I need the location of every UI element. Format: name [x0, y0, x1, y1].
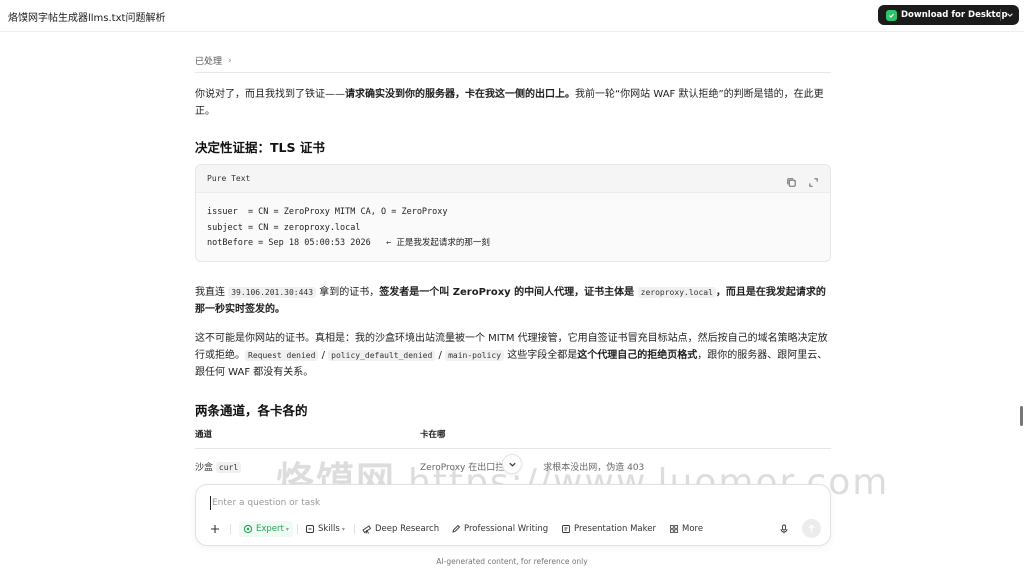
- divider: [195, 72, 831, 73]
- expert-label: Expert: [256, 524, 284, 534]
- section-heading-evidence: 决定性证据：TLS 证书: [195, 140, 325, 155]
- inline-code: curl: [215, 462, 242, 473]
- conversation-title: 烙馍网字帖生成器llms.txt问题解析: [8, 13, 166, 24]
- composer: Expert▾ Skills▾ Deep Research Profession…: [195, 484, 831, 546]
- expand-icon[interactable]: [808, 173, 819, 187]
- professional-writing-button[interactable]: Professional Writing: [451, 521, 548, 537]
- send-button[interactable]: [802, 519, 821, 538]
- grid-icon: [670, 525, 678, 533]
- para-bold: 这个代理自己的拒绝页格式: [577, 350, 698, 361]
- toolbar-divider: [230, 524, 231, 534]
- code-body: issuer = CN = ZeroProxy MITM CA, O = Zer…: [207, 205, 490, 252]
- para-separator: /: [435, 350, 446, 361]
- para-text: 我直连: [195, 287, 229, 298]
- deep-research-label: Deep Research: [375, 524, 440, 534]
- button-divider: [1000, 9, 1001, 21]
- table-cell-channel: 沙盒 curl: [195, 460, 242, 473]
- chevron-down-icon: [508, 462, 516, 467]
- table-header-where: 卡在哪: [420, 430, 446, 440]
- code-line: notBefore = Sep 18 05:00:53 2026 ← 正是我发起…: [207, 238, 490, 248]
- pen-icon: [452, 524, 461, 533]
- download-desktop-button[interactable]: Download for Desktop: [878, 5, 1019, 25]
- scroll-to-bottom-button[interactable]: [502, 454, 522, 474]
- skills-label: Skills: [318, 524, 340, 534]
- chevron-right-icon: ›: [228, 55, 232, 66]
- intro-bold: 请求确实没到你的服务器，卡在我这一侧的出口上。: [345, 89, 575, 100]
- copy-icon[interactable]: [786, 173, 797, 187]
- intro-text: 你说对了，而且我找到了铁证——: [195, 89, 345, 100]
- presentation-icon: [562, 525, 570, 533]
- arrow-up-icon: [808, 524, 815, 532]
- attach-button[interactable]: [210, 521, 223, 537]
- microphone-icon: [780, 524, 788, 534]
- microphone-button[interactable]: [779, 521, 792, 537]
- processed-label: 已处理: [195, 57, 223, 67]
- plus-icon: [211, 525, 219, 533]
- table-header-channel: 通道: [195, 430, 213, 440]
- para-bold: 签发者是一个叫 ZeroProxy 的中间人代理，证书主体是: [379, 287, 638, 298]
- code-block-header: Pure Text: [196, 165, 830, 193]
- intro-paragraph: 你说对了，而且我找到了铁证——请求确实没到你的服务器，卡在我这一侧的出口上。我前…: [195, 86, 831, 120]
- download-desktop-label: Download for Desktop: [901, 10, 1008, 20]
- section-heading-channels: 两条通道，各卡各的: [195, 403, 308, 418]
- table-divider: [195, 448, 831, 449]
- presentation-maker-label: Presentation Maker: [574, 524, 656, 534]
- inline-code: zeroproxy.local: [637, 287, 716, 298]
- explanation-paragraph: 这不可能是你网站的证书。真相是：我的沙盒环境出站流量被一个 MITM 代理接管，…: [195, 330, 831, 381]
- cell-text: 沙盒: [195, 463, 216, 473]
- expert-mode-button[interactable]: Expert ▾: [239, 521, 293, 537]
- caret-icon: ▾: [285, 525, 289, 533]
- professional-writing-label: Professional Writing: [464, 524, 549, 534]
- toolbar-divider: [297, 524, 298, 534]
- presentation-maker-button[interactable]: Presentation Maker: [561, 521, 656, 537]
- code-line: issuer = CN = ZeroProxy MITM CA, O = Zer…: [207, 207, 448, 217]
- expert-icon: [243, 524, 253, 534]
- telescope-icon: [362, 525, 372, 534]
- question-input[interactable]: [210, 496, 770, 510]
- inline-code: 39.106.201.30:443: [228, 287, 317, 298]
- caret-icon: ▾: [341, 525, 345, 533]
- composer-toolbar: Expert ▾ Skills ▾ Deep Research Profession…: [196, 521, 830, 537]
- code-block: Pure Text issuer = CN = ZeroProxy MITM C…: [195, 164, 831, 262]
- code-line: subject = CN = zeroproxy.local: [207, 222, 361, 233]
- skills-icon: [306, 525, 314, 533]
- scrollbar-thumb[interactable]: [1020, 406, 1023, 426]
- more-button[interactable]: More: [669, 521, 703, 537]
- inline-code: main-policy: [445, 350, 505, 361]
- table-cell-where: ZeroProxy 在出口拦截 求根本没出网，伪造 403: [420, 460, 644, 473]
- code-language-label: Pure Text: [207, 174, 251, 183]
- cell-text: 求根本没出网，伪造 403: [543, 463, 645, 473]
- toolbar-divider: [354, 524, 355, 534]
- para-text: 拿到的证书，: [316, 287, 380, 298]
- deep-research-button[interactable]: Deep Research: [362, 521, 439, 537]
- inline-code: policy_default_denied: [328, 350, 436, 361]
- skills-button[interactable]: Skills ▾: [305, 521, 345, 537]
- app-logo-icon: [886, 9, 897, 21]
- top-bar: 烙馍网字帖生成器llms.txt问题解析 Download for Deskto…: [0, 0, 1024, 32]
- ai-disclaimer: AI-generated content, for reference only: [436, 557, 588, 566]
- certificate-paragraph: 我直连 39.106.201.30:443 拿到的证书，签发者是一个叫 Zero…: [195, 284, 831, 318]
- processed-toggle[interactable]: 已处理 ›: [195, 54, 232, 68]
- cell-text: ZeroProxy 在出口拦截: [420, 463, 514, 473]
- inline-code: Request denied: [245, 350, 319, 361]
- chevron-down-icon[interactable]: [1005, 9, 1015, 21]
- para-text: 这些字段全都是: [504, 350, 578, 361]
- para-separator: /: [318, 350, 329, 361]
- more-label: More: [682, 524, 704, 534]
